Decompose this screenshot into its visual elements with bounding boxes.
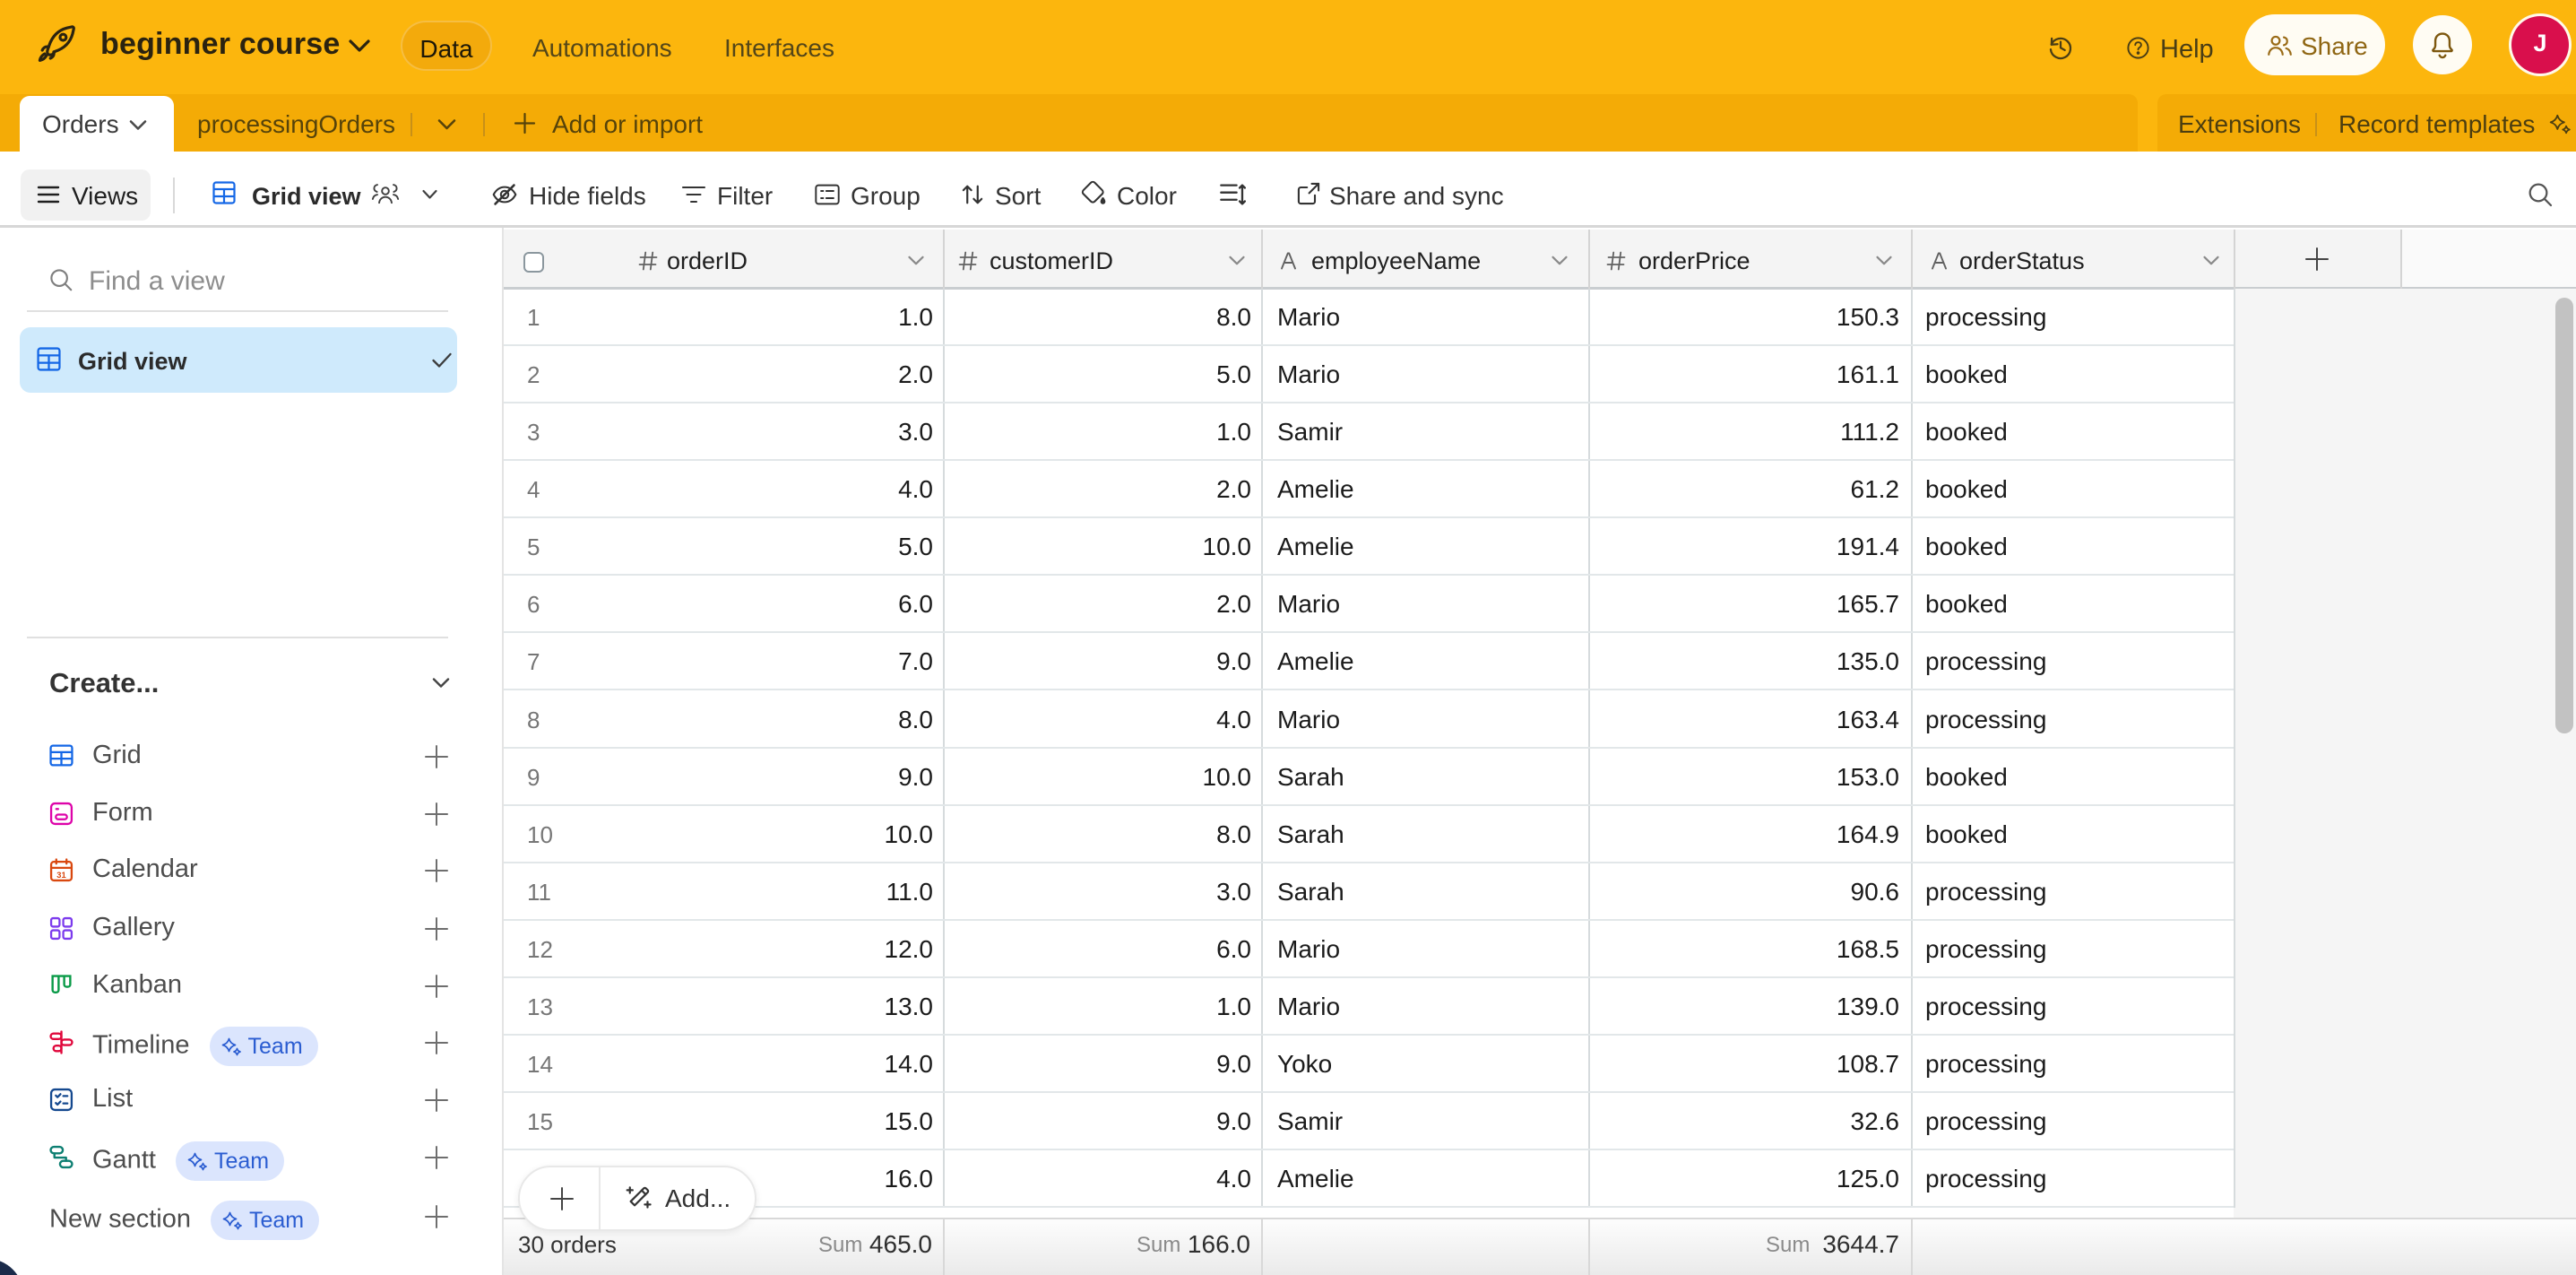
svg-text:31: 31 — [56, 871, 65, 880]
